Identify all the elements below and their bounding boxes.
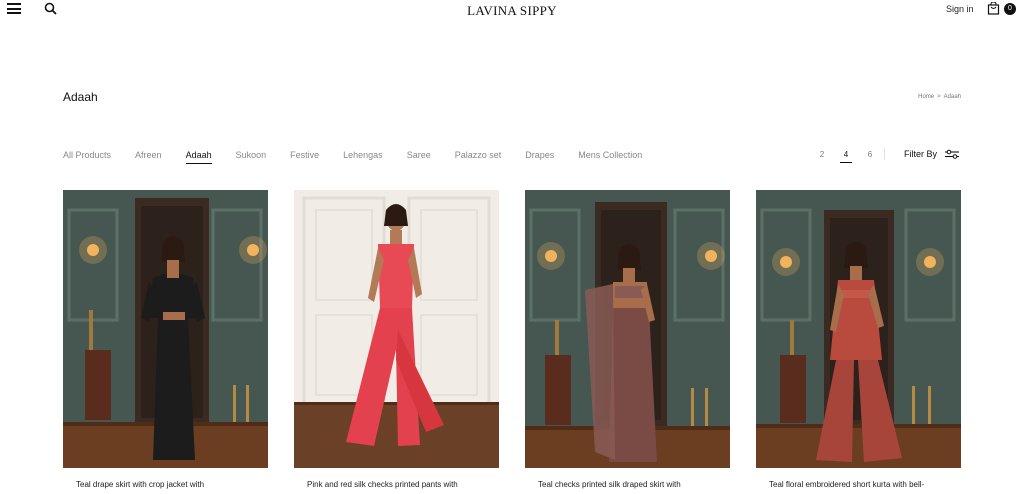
grid-columns-selector: 2 4 6: [810, 150, 882, 163]
breadcrumb-home-link[interactable]: Home: [918, 94, 934, 100]
page-title: Adaah: [63, 90, 98, 104]
product-card[interactable]: Teal drape skirt with crop jacket with: [63, 190, 268, 489]
grid-option-4[interactable]: 4: [840, 150, 852, 163]
shopping-bag-icon[interactable]: [987, 2, 1000, 15]
product-card[interactable]: Pink and red silk checks printed pants w…: [294, 190, 499, 489]
product-image[interactable]: [525, 190, 730, 468]
tab-afreen[interactable]: Afreen: [135, 150, 162, 164]
grid-option-6[interactable]: 6: [858, 150, 882, 163]
product-image[interactable]: [63, 190, 268, 468]
product-image[interactable]: [294, 190, 499, 468]
site-header: LAVINA SIPPY Sign in 0: [0, 0, 1024, 22]
tab-saree[interactable]: Saree: [407, 150, 431, 164]
tab-sukoon[interactable]: Sukoon: [236, 150, 267, 164]
breadcrumb-separator: >: [937, 94, 941, 100]
sign-in-link[interactable]: Sign in: [946, 4, 974, 14]
product-image[interactable]: [756, 190, 961, 468]
filter-label: Filter By: [904, 149, 938, 159]
product-title[interactable]: Pink and red silk checks printed pants w…: [294, 480, 499, 489]
toolbar-divider: [884, 148, 885, 160]
tab-all-products[interactable]: All Products: [63, 150, 111, 164]
sliders-icon: [945, 149, 960, 159]
product-card[interactable]: Teal floral embroidered short kurta with…: [756, 190, 961, 489]
tab-adaah[interactable]: Adaah: [185, 150, 212, 164]
breadcrumb: Home > Adaah: [918, 94, 961, 100]
filter-by-button[interactable]: Filter By: [904, 149, 960, 159]
product-card[interactable]: Teal checks printed silk draped skirt wi…: [525, 190, 730, 489]
breadcrumb-current: Adaah: [943, 94, 961, 100]
brand-logo[interactable]: LAVINA SIPPY: [0, 3, 1024, 19]
tab-palazzo-set[interactable]: Palazzo set: [455, 150, 502, 164]
cart-count-badge: 0: [1004, 3, 1016, 15]
grid-option-2[interactable]: 2: [810, 150, 834, 163]
collection-tabs: All Products Afreen Adaah Sukoon Festive…: [63, 150, 666, 164]
tab-drapes[interactable]: Drapes: [525, 150, 554, 164]
product-title[interactable]: Teal drape skirt with crop jacket with: [63, 480, 268, 489]
product-title[interactable]: Teal floral embroidered short kurta with…: [756, 480, 961, 489]
product-title[interactable]: Teal checks printed silk draped skirt wi…: [525, 480, 730, 489]
tab-mens-collection[interactable]: Mens Collection: [578, 150, 642, 164]
tab-festive[interactable]: Festive: [290, 150, 319, 164]
tab-lehengas[interactable]: Lehengas: [343, 150, 383, 164]
